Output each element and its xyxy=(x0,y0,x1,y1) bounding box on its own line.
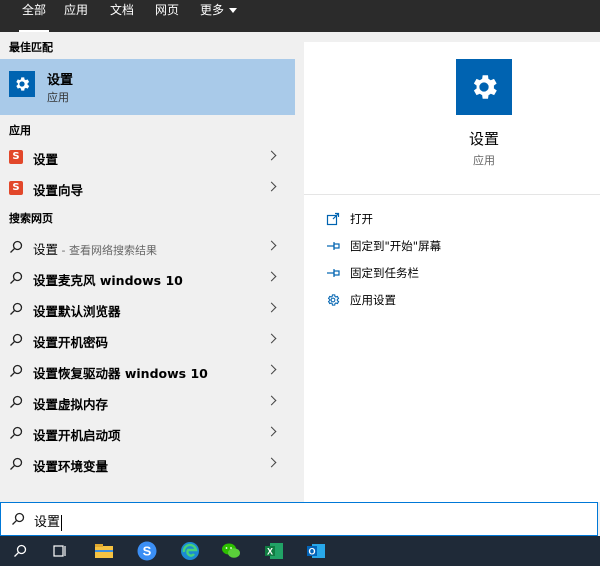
task-view-icon[interactable] xyxy=(49,540,71,562)
web-result-label: 设置默认浏览器 xyxy=(33,304,121,319)
search-icon xyxy=(10,333,23,346)
search-icon xyxy=(10,426,23,439)
tab-all[interactable]: 全部 xyxy=(18,1,50,33)
section-apps: 应用 xyxy=(9,124,31,137)
action-pin-start-label: 固定到"开始"屏幕 xyxy=(350,239,442,253)
search-filter-tabs: 全部 应用 文档 网页 更多 xyxy=(0,0,600,33)
svg-text:S: S xyxy=(143,544,152,559)
svg-text:X: X xyxy=(267,547,273,557)
search-icon xyxy=(10,364,23,377)
web-result-label: 设置 - 查看网络搜索结果 xyxy=(33,239,157,258)
web-result-item[interactable]: 设置麦克风 windows 10 xyxy=(0,263,295,294)
app-result-item[interactable]: S 设置 xyxy=(0,142,295,173)
wechat-icon[interactable] xyxy=(220,540,242,562)
web-result-label: 设置环境变量 xyxy=(33,459,109,474)
best-match-subtitle: 应用 xyxy=(47,91,69,104)
gear-icon xyxy=(456,59,512,115)
gear-icon xyxy=(9,71,35,97)
chevron-right-icon[interactable] xyxy=(266,150,277,161)
gear-icon xyxy=(327,294,340,306)
search-icon xyxy=(10,302,23,315)
section-web: 搜索网页 xyxy=(9,212,53,225)
pin-icon xyxy=(327,242,340,250)
search-icon xyxy=(10,271,23,284)
chevron-right-icon[interactable] xyxy=(266,302,277,313)
excel-icon[interactable]: X xyxy=(263,540,285,562)
chevron-right-icon[interactable] xyxy=(266,271,277,282)
results-panel: 最佳匹配 设置 应用 应用 S 设置 S 设置向导 搜索网页 设置 - 查看网络… xyxy=(0,32,295,502)
tab-more-label: 更多 xyxy=(200,3,225,17)
chevron-right-icon[interactable] xyxy=(266,181,277,192)
outlook-icon[interactable]: O xyxy=(305,540,327,562)
tab-more[interactable]: 更多 xyxy=(200,1,238,33)
search-icon xyxy=(12,512,25,525)
search-input-value: 设置 xyxy=(34,515,61,530)
app-result-item[interactable]: S 设置向导 xyxy=(0,173,295,204)
preview-subtitle: 应用 xyxy=(473,154,495,167)
web-result-item[interactable]: 设置 - 查看网络搜索结果 xyxy=(0,232,295,263)
section-best-match: 最佳匹配 xyxy=(9,41,53,54)
action-pin-taskbar-label: 固定到任务栏 xyxy=(350,266,419,280)
web-result-label: 设置开机密码 xyxy=(33,335,109,350)
tab-documents[interactable]: 文档 xyxy=(110,1,134,33)
search-icon xyxy=(10,457,23,470)
chevron-right-icon[interactable] xyxy=(266,457,277,468)
web-result-item[interactable]: 设置环境变量 xyxy=(0,449,295,480)
preview-panel: 设置 应用 打开 固定到"开始"屏幕 固定到任务栏 应用设置 xyxy=(304,42,600,502)
tab-web[interactable]: 网页 xyxy=(155,1,179,33)
app-result-label: 设置向导 xyxy=(33,183,84,198)
action-app-settings-label: 应用设置 xyxy=(350,293,396,307)
chevron-right-icon[interactable] xyxy=(266,395,277,406)
app-s-icon: S xyxy=(9,150,23,164)
tab-apps[interactable]: 应用 xyxy=(64,1,88,33)
text-cursor xyxy=(61,514,63,531)
best-match-item[interactable]: 设置 应用 xyxy=(0,59,295,115)
search-input[interactable]: 设置 xyxy=(0,502,598,536)
file-explorer-icon[interactable] xyxy=(93,540,115,562)
chevron-right-icon[interactable] xyxy=(266,426,277,437)
web-result-label: 设置开机启动项 xyxy=(33,428,121,443)
svg-text:O: O xyxy=(308,547,315,557)
web-result-hint: - 查看网络搜索结果 xyxy=(58,244,157,257)
web-result-label: 设置虚拟内存 xyxy=(33,397,109,412)
web-result-label: 设置恢复驱动器 windows 10 xyxy=(33,366,208,381)
search-icon[interactable] xyxy=(9,540,31,562)
search-icon xyxy=(10,240,23,253)
sogou-icon[interactable]: S xyxy=(136,540,158,562)
chevron-right-icon[interactable] xyxy=(266,364,277,375)
edge-icon[interactable] xyxy=(179,540,201,562)
chevron-down-icon xyxy=(229,8,238,13)
web-result-query: 设置 xyxy=(33,242,59,257)
web-result-item[interactable]: 设置虚拟内存 xyxy=(0,387,295,418)
open-icon xyxy=(326,212,340,226)
action-open-label: 打开 xyxy=(350,212,373,226)
web-result-item[interactable]: 设置恢复驱动器 windows 10 xyxy=(0,356,295,387)
search-icon xyxy=(10,395,23,408)
divider xyxy=(304,194,600,195)
web-result-item[interactable]: 设置开机启动项 xyxy=(0,418,295,449)
pin-icon xyxy=(327,269,340,277)
taskbar: S X O xyxy=(0,536,600,566)
chevron-right-icon[interactable] xyxy=(266,333,277,344)
app-s-icon: S xyxy=(9,181,23,195)
web-result-item[interactable]: 设置默认浏览器 xyxy=(0,294,295,325)
best-match-title: 设置 xyxy=(47,73,74,88)
chevron-right-icon[interactable] xyxy=(266,240,277,251)
app-result-label: 设置 xyxy=(33,152,59,167)
web-result-item[interactable]: 设置开机密码 xyxy=(0,325,295,356)
preview-title: 设置 xyxy=(468,130,499,148)
web-result-label: 设置麦克风 windows 10 xyxy=(33,273,183,288)
